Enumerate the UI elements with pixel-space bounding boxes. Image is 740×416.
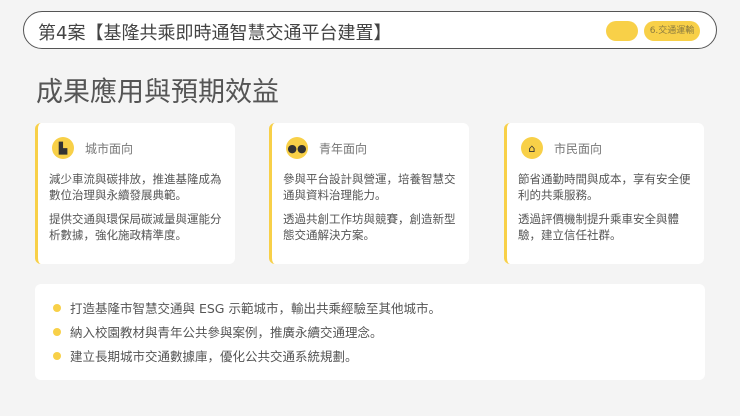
- list-item-text: 打造基隆市智慧交通與 ESG 示範城市，輸出共乘經驗至其他城市。: [70, 301, 441, 316]
- card-citizen: ⌂ 市民面向 節省通勤時間與成本，享有安全便利的共乘服務。 透過評價機制提升乘車…: [504, 123, 704, 264]
- card-city: ▙ 城市面向 減少車流與碳排放，推進基隆成為數位治理與永續發展典範。 提供交通與…: [35, 123, 235, 264]
- home-icon: ⌂: [521, 137, 543, 159]
- card-label: 城市面向: [85, 142, 134, 156]
- list-item: 建立長期城市交通數據庫，優化公共交通系統規劃。: [53, 346, 358, 365]
- card-text: 透過共創工作坊與競賽，創造新型態交通解決方案。: [283, 212, 456, 242]
- list-item-text: 建立長期城市交通數據庫，優化公共交通系統規劃。: [70, 349, 358, 364]
- card-text: 提供交通與環保局碳減量與運能分析數據，強化施政精準度。: [49, 212, 222, 242]
- bullet-icon: [53, 351, 61, 360]
- page-title: 第4案【基隆共乘即時通智慧交通平台建置】: [38, 23, 392, 44]
- card-text: 參與平台設計與營運，培養智慧交通與資料治理能力。: [283, 172, 456, 202]
- section-heading: 成果應用與預期效益: [36, 77, 279, 108]
- list-item: 打造基隆市智慧交通與 ESG 示範城市，輸出共乘經驗至其他城市。: [53, 298, 441, 317]
- bullet-icon: [53, 303, 61, 312]
- blank-pill: [606, 21, 638, 41]
- bullet-icon: [53, 327, 61, 336]
- city-icon: ▙: [52, 137, 74, 159]
- list-item: 納入校園教材與青年公共參與案例，推廣永續交通理念。: [53, 322, 383, 341]
- category-tag: 6.交通運輸: [644, 21, 700, 41]
- card-text: 透過評價機制提升乘車安全與體驗，建立信任社群。: [518, 212, 679, 242]
- card-text: 減少車流與碳排放，推進基隆成為數位治理與永續發展典範。: [49, 172, 222, 202]
- card-youth: ●● 青年面向 參與平台設計與營運，培養智慧交通與資料治理能力。 透過共創工作坊…: [269, 123, 469, 264]
- card-label: 市民面向: [554, 142, 603, 156]
- card-text: 節省通勤時間與成本，享有安全便利的共乘服務。: [518, 172, 691, 202]
- summary-panel: 打造基隆市智慧交通與 ESG 示範城市，輸出共乘經驗至其他城市。 納入校園教材與…: [35, 284, 705, 380]
- card-label: 青年面向: [319, 142, 368, 156]
- group-icon: ●●: [286, 137, 308, 159]
- list-item-text: 納入校園教材與青年公共參與案例，推廣永續交通理念。: [70, 325, 383, 340]
- header-bar: 第4案【基隆共乘即時通智慧交通平台建置】 6.交通運輸: [23, 11, 717, 49]
